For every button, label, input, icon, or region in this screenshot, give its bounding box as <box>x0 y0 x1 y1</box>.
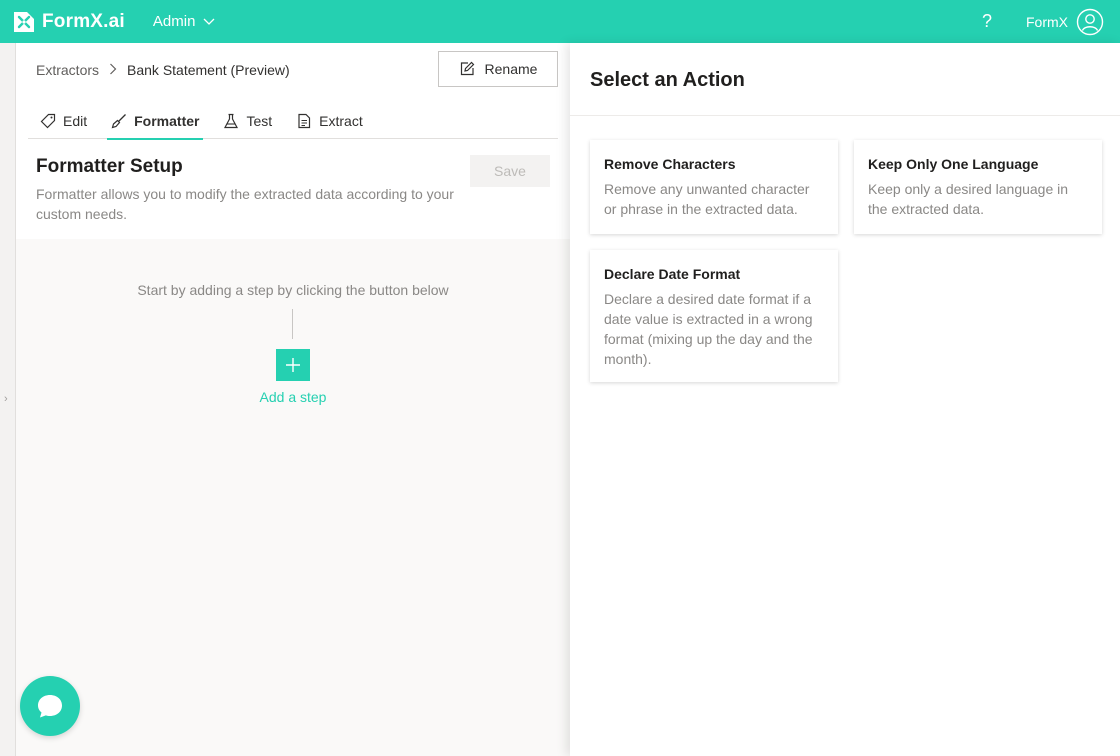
chevron-down-icon <box>203 18 215 25</box>
tab-label: Extract <box>319 113 363 129</box>
action-card-keep-one-language[interactable]: Keep Only One Language Keep only a desir… <box>854 140 1102 234</box>
action-panel-title: Select an Action <box>590 69 745 91</box>
add-step-button[interactable] <box>276 349 310 381</box>
tab-test[interactable]: Test <box>211 103 284 139</box>
formatter-description: Formatter allows you to modify the extra… <box>36 186 454 222</box>
workspace-dropdown[interactable]: Admin <box>153 13 216 30</box>
chat-bubble-icon <box>38 695 62 718</box>
document-icon <box>298 113 311 129</box>
tab-label: Formatter <box>134 113 200 129</box>
action-card-remove-characters[interactable]: Remove Characters Remove any unwanted ch… <box>590 140 838 234</box>
formx-logo-icon <box>14 11 34 32</box>
action-card-title: Remove Characters <box>604 156 736 172</box>
nav-collapse-strip[interactable]: › <box>0 43 16 756</box>
action-panel: Select an Action Remove Characters Remov… <box>570 43 1120 756</box>
chat-launcher-button[interactable] <box>20 676 80 736</box>
add-step-link[interactable]: Add a step <box>16 389 570 405</box>
workspace-label: Admin <box>152 13 196 30</box>
rename-label: Rename <box>484 61 538 77</box>
tag-icon <box>40 113 56 129</box>
plus-icon <box>286 358 300 372</box>
user-avatar-icon[interactable] <box>1076 8 1104 36</box>
save-button[interactable]: Save <box>470 155 550 187</box>
breadcrumb: Extractors Bank Statement (Preview) <box>36 62 290 78</box>
flask-icon <box>224 113 239 129</box>
action-card-title: Declare Date Format <box>604 266 741 282</box>
help-icon[interactable]: ? <box>982 11 992 32</box>
tab-formatter[interactable]: Formatter <box>99 103 211 140</box>
action-card-title: Keep Only One Language <box>868 156 1039 172</box>
brand-name: FormX.ai <box>42 10 125 32</box>
extractor-tabs: Edit Formatter Test Extract <box>28 103 558 140</box>
user-name[interactable]: FormX <box>1026 14 1068 30</box>
brand-logo[interactable]: FormX.ai <box>12 10 125 34</box>
tab-extract[interactable]: Extract <box>284 103 375 139</box>
action-card-description: Keep only a desired language in the extr… <box>868 181 1069 217</box>
tab-edit[interactable]: Edit <box>28 103 99 139</box>
tab-label: Edit <box>63 113 88 129</box>
brush-icon <box>111 114 127 129</box>
chevron-right-icon <box>109 62 117 78</box>
tab-label: Test <box>246 113 273 129</box>
chevron-right-icon[interactable]: › <box>4 393 8 405</box>
breadcrumb-extractors[interactable]: Extractors <box>36 62 99 78</box>
breadcrumb-current: Bank Statement (Preview) <box>127 62 290 78</box>
rename-button[interactable]: Rename <box>438 51 558 87</box>
step-connector-line <box>292 309 293 339</box>
empty-state-hint: Start by adding a step by clicking the b… <box>137 282 449 298</box>
action-card-description: Remove any unwanted character or phrase … <box>604 181 810 217</box>
top-bar: FormX.ai Admin ? FormX <box>0 0 1120 43</box>
action-card-description: Declare a desired date format if a date … <box>604 291 813 367</box>
formatter-title: Formatter Setup <box>36 156 183 177</box>
formatter-panel: Extractors Bank Statement (Preview) Rena… <box>16 43 570 756</box>
edit-icon <box>460 61 474 76</box>
action-card-declare-date-format[interactable]: Declare Date Format Declare a desired da… <box>590 250 838 382</box>
